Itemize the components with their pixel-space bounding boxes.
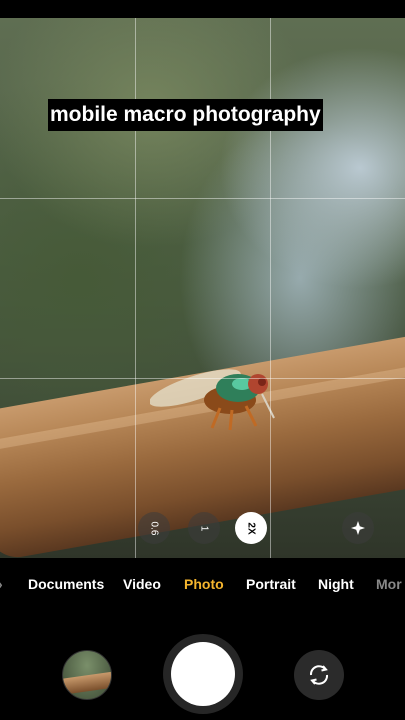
mode-partial-left: › — [0, 576, 3, 592]
zoom-1-button[interactable]: 1 — [188, 512, 220, 544]
mode-portrait[interactable]: Portrait — [246, 576, 296, 592]
mode-documents[interactable]: Documents — [28, 576, 104, 592]
sparkle-icon — [351, 521, 365, 535]
effects-button[interactable] — [342, 512, 374, 544]
grid-line — [0, 378, 405, 379]
switch-camera-icon — [309, 665, 329, 685]
fly-subject — [150, 369, 275, 431]
grid-line — [0, 198, 405, 199]
caption-overlay: mobile macro photography — [48, 99, 323, 131]
mode-photo[interactable]: Photo — [184, 576, 224, 592]
gallery-thumbnail[interactable] — [62, 650, 112, 700]
mode-more[interactable]: Mor — [376, 576, 402, 592]
zoom-0.6-button[interactable]: 0.6 — [138, 512, 170, 544]
shutter-button[interactable] — [163, 634, 243, 714]
shutter-inner — [171, 642, 235, 706]
thumbnail-image — [63, 670, 111, 696]
zoom-2x-button[interactable]: 2X — [235, 512, 267, 544]
camera-viewfinder[interactable]: mobile macro photography 0.6 1 2X — [0, 18, 405, 558]
mode-video[interactable]: Video — [123, 576, 161, 592]
mode-selector[interactable]: › Documents Video Photo Portrait Night M… — [0, 576, 405, 600]
mode-night[interactable]: Night — [318, 576, 354, 592]
switch-camera-button[interactable] — [294, 650, 344, 700]
